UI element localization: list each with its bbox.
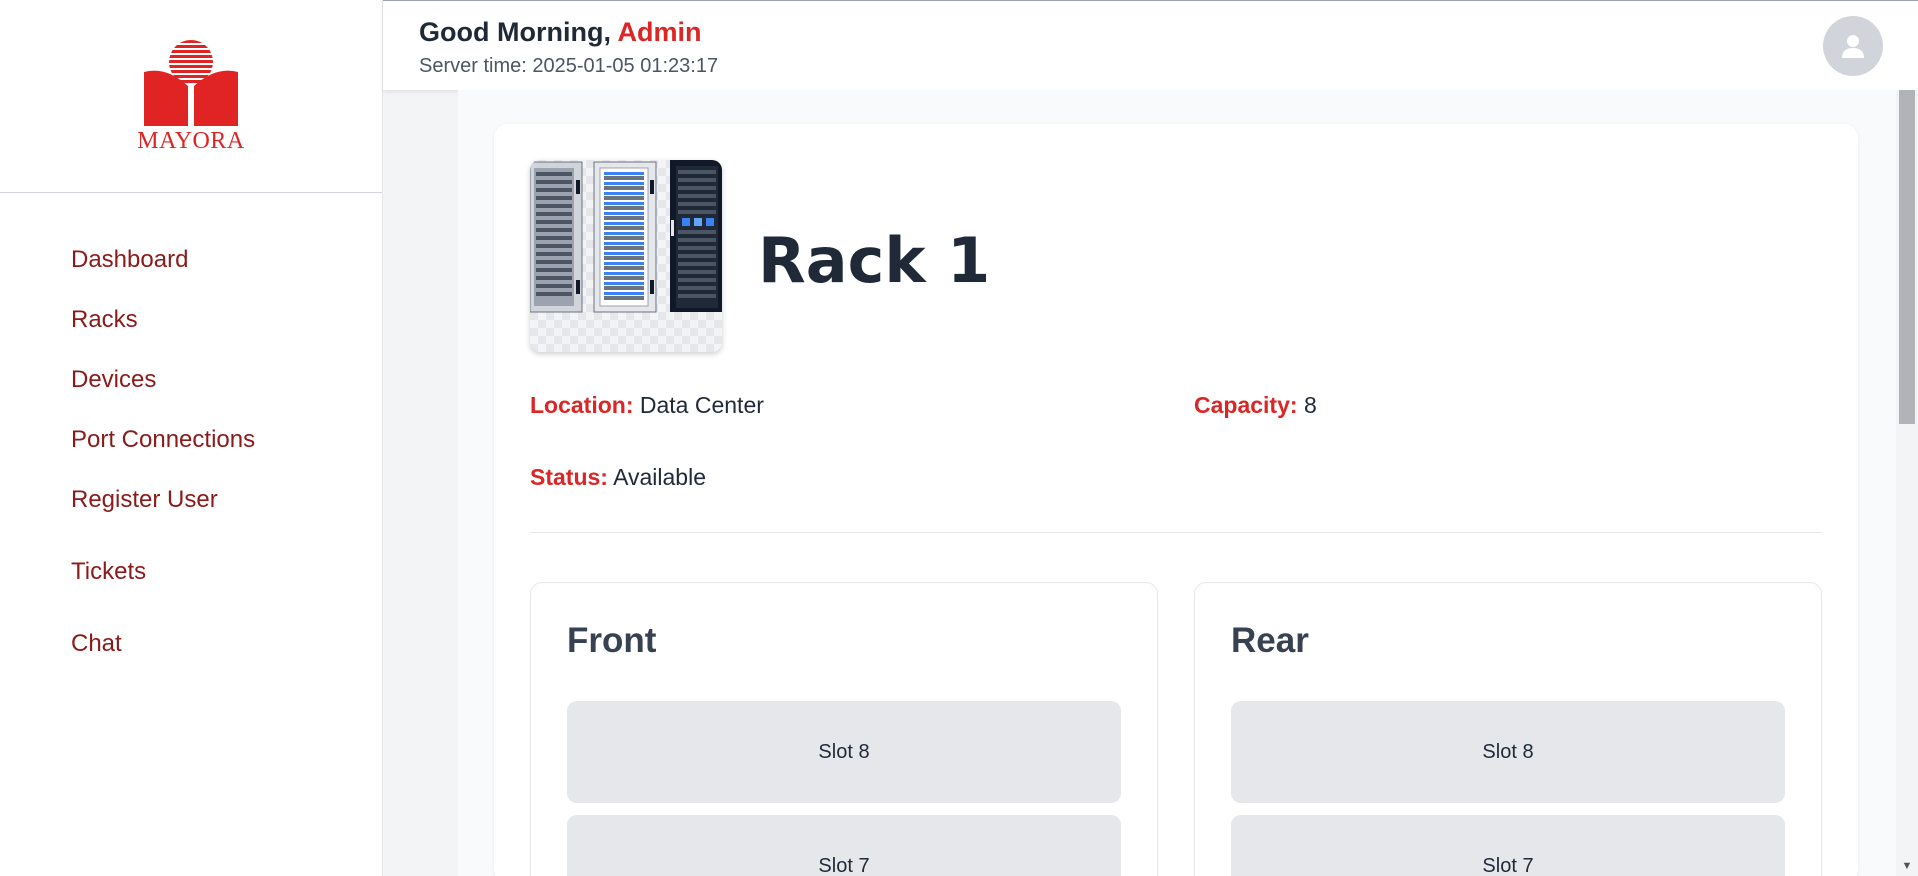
location-label: Location: bbox=[530, 392, 634, 418]
sidebar: MAYORA Dashboard Racks Devices Port Conn… bbox=[0, 0, 383, 876]
rear-slot-7[interactable]: Slot 7 bbox=[1231, 815, 1785, 876]
top-header: Good Morning, Admin Server time: 2025-01… bbox=[383, 0, 1918, 90]
sidebar-item-chat[interactable]: Chat bbox=[71, 630, 122, 658]
capacity-label: Capacity: bbox=[1194, 392, 1298, 418]
rack-title: Rack 1 bbox=[758, 224, 991, 297]
mayora-logo[interactable]: MAYORA bbox=[136, 38, 246, 155]
user-name: Admin bbox=[617, 17, 702, 47]
server-rack-icon bbox=[530, 160, 722, 313]
divider bbox=[530, 532, 1822, 533]
rear-title: Rear bbox=[1231, 621, 1309, 660]
sidebar-item-racks[interactable]: Racks bbox=[71, 306, 138, 334]
status-label: Status: bbox=[530, 464, 608, 490]
front-title: Front bbox=[567, 621, 657, 660]
sidebar-item-devices[interactable]: Devices bbox=[71, 366, 156, 394]
sidebar-item-port-connections[interactable]: Port Connections bbox=[71, 426, 255, 454]
server-time: Server time: 2025-01-05 01:23:17 bbox=[419, 55, 719, 77]
rear-panel: Rear Slot 8 Slot 7 bbox=[1194, 582, 1822, 876]
logo-area: MAYORA bbox=[0, 0, 382, 193]
user-icon bbox=[1842, 35, 1864, 58]
scrollbar-thumb[interactable] bbox=[1899, 90, 1915, 424]
sidebar-item-register-user[interactable]: Register User bbox=[71, 486, 218, 514]
status-info: Status: Available bbox=[530, 464, 706, 491]
rear-slot-8[interactable]: Slot 8 bbox=[1231, 701, 1785, 803]
rack-detail-card: Rack 1 Location: Data Center Capacity: 8… bbox=[494, 124, 1858, 876]
front-slot-7[interactable]: Slot 7 bbox=[567, 815, 1121, 876]
capacity-value: 8 bbox=[1303, 392, 1317, 418]
front-panel: Front Slot 8 Slot 7 bbox=[530, 582, 1158, 876]
greeting: Good Morning, Admin bbox=[419, 17, 701, 48]
greeting-text: Good Morning, bbox=[419, 17, 618, 47]
page-scrollbar[interactable]: ▼ bbox=[1896, 90, 1918, 876]
rack-image bbox=[530, 160, 722, 352]
location-info: Location: Data Center bbox=[530, 392, 764, 419]
sidebar-item-dashboard[interactable]: Dashboard bbox=[71, 246, 188, 274]
scroll-down-arrow-icon[interactable]: ▼ bbox=[1896, 856, 1918, 876]
status-value: Available bbox=[613, 464, 706, 490]
location-value: Data Center bbox=[639, 392, 764, 418]
sidebar-item-tickets[interactable]: Tickets bbox=[71, 558, 146, 586]
logo-text: MAYORA bbox=[137, 127, 245, 154]
user-avatar-button[interactable] bbox=[1823, 16, 1883, 76]
mayora-logo-icon bbox=[144, 39, 238, 126]
front-slot-8[interactable]: Slot 8 bbox=[567, 701, 1121, 803]
capacity-info: Capacity: 8 bbox=[1194, 392, 1317, 419]
